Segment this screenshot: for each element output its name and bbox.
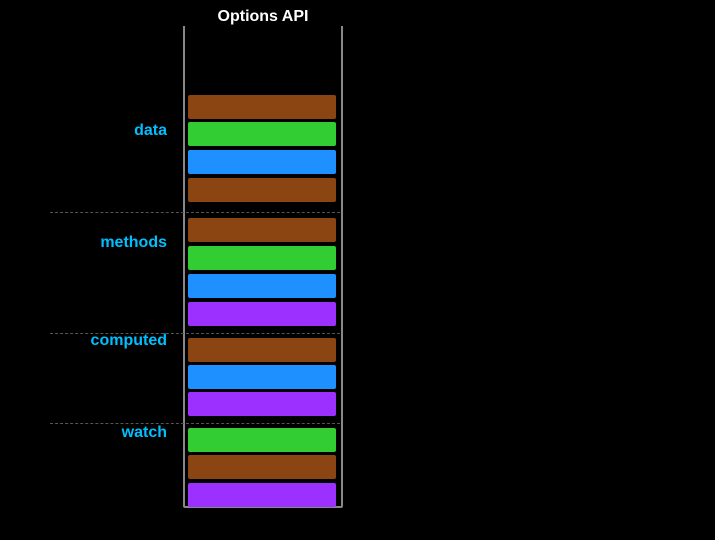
divider xyxy=(50,212,340,213)
bar xyxy=(188,246,336,270)
divider xyxy=(50,423,340,424)
section-label-methods: methods xyxy=(100,234,167,252)
bar xyxy=(188,122,336,146)
bar xyxy=(188,455,336,479)
bar xyxy=(188,392,336,416)
section-label-data: data xyxy=(134,122,167,140)
bar xyxy=(188,178,336,202)
bar xyxy=(188,95,336,119)
bar xyxy=(188,428,336,452)
section-label-computed: computed xyxy=(91,332,167,350)
section-label-watch: watch xyxy=(122,424,167,442)
diagram-container: Options API data methods computed watch xyxy=(0,0,715,540)
bar xyxy=(188,483,336,507)
bar xyxy=(188,302,336,326)
bar xyxy=(188,150,336,174)
options-api-title: Options API xyxy=(183,8,343,26)
bar xyxy=(188,365,336,389)
bar xyxy=(188,338,336,362)
bar xyxy=(188,274,336,298)
bar xyxy=(188,218,336,242)
